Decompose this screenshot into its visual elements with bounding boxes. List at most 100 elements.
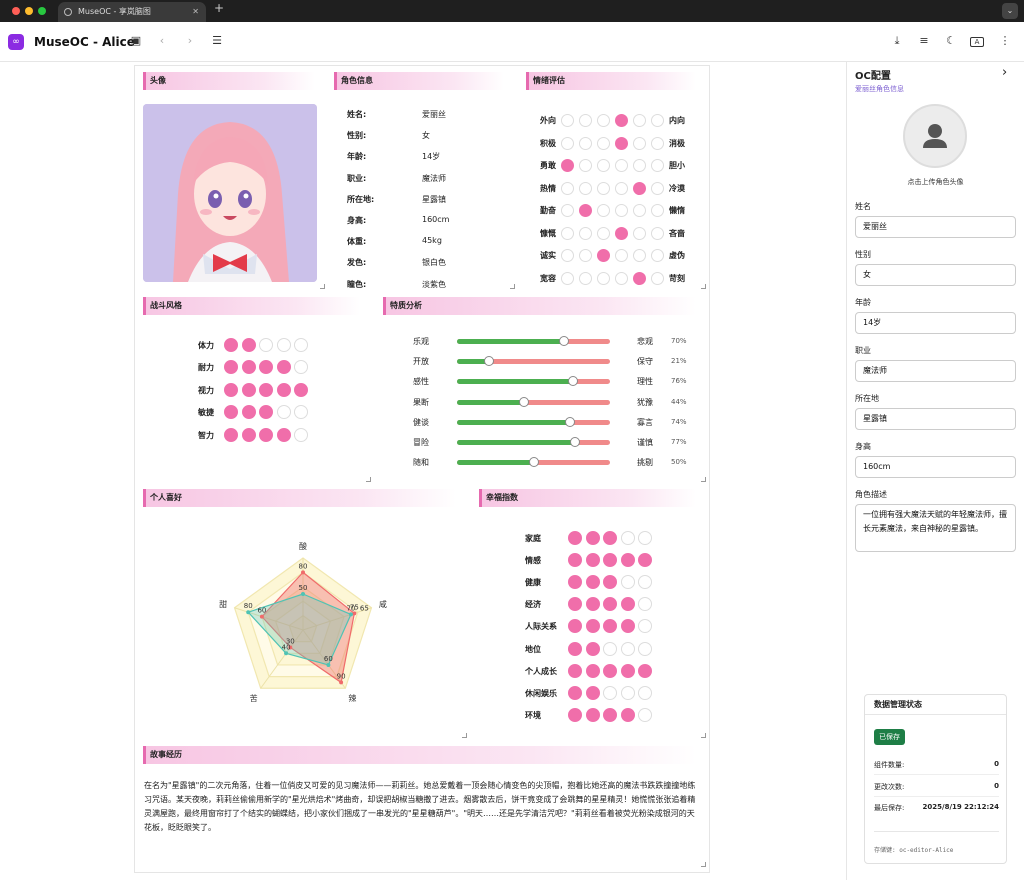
happiness-rating-dot[interactable] bbox=[603, 707, 617, 722]
emotion-rating-dot[interactable] bbox=[579, 136, 592, 150]
happiness-rating-dot[interactable] bbox=[620, 685, 635, 700]
happiness-rating-dot[interactable] bbox=[638, 685, 652, 700]
section-happiness-header[interactable]: 幸福指数 bbox=[479, 489, 696, 507]
emotion-rating-dot[interactable] bbox=[651, 136, 664, 150]
emotion-rating-dot[interactable] bbox=[579, 249, 592, 262]
emotion-rating-dot[interactable] bbox=[633, 249, 646, 262]
happiness-rating-dot[interactable] bbox=[620, 641, 635, 656]
combat-rating-dot[interactable] bbox=[259, 427, 273, 442]
radar-point[interactable] bbox=[284, 651, 289, 656]
combat-rating-dot[interactable] bbox=[276, 405, 291, 420]
resize-handle[interactable] bbox=[701, 284, 706, 289]
section-hobbies-header[interactable]: 个人喜好 bbox=[143, 489, 456, 507]
emotion-rating-dot[interactable] bbox=[579, 181, 592, 195]
emotion-rating-dot[interactable] bbox=[651, 271, 664, 285]
combat-rating-dot[interactable] bbox=[259, 338, 273, 352]
emotion-rating-dot[interactable] bbox=[579, 271, 592, 285]
minimize-window-icon[interactable] bbox=[25, 7, 33, 15]
form-field-input[interactable]: 魔法师 bbox=[855, 360, 1016, 382]
happiness-rating-dot[interactable] bbox=[585, 641, 600, 656]
emotion-rating-dot[interactable] bbox=[561, 204, 574, 217]
happiness-rating-dot[interactable] bbox=[603, 663, 617, 678]
emotion-rating-dot[interactable] bbox=[633, 181, 646, 195]
combat-rating-dot[interactable] bbox=[294, 427, 308, 442]
happiness-rating-dot[interactable] bbox=[568, 553, 582, 568]
happiness-rating-dot[interactable] bbox=[620, 575, 635, 590]
happiness-rating-dot[interactable] bbox=[620, 619, 635, 634]
happiness-rating-dot[interactable] bbox=[620, 663, 635, 678]
form-field-input[interactable]: 爱丽丝 bbox=[855, 216, 1016, 238]
form-field-input[interactable]: 女 bbox=[855, 264, 1016, 286]
emotion-rating-dot[interactable] bbox=[615, 159, 628, 172]
emotion-rating-dot[interactable] bbox=[633, 114, 646, 127]
emotion-rating-dot[interactable] bbox=[579, 204, 592, 217]
emotion-rating-dot[interactable] bbox=[651, 181, 664, 195]
emotion-rating-dot[interactable] bbox=[651, 249, 664, 262]
combat-rating-dot[interactable] bbox=[294, 382, 308, 397]
resize-handle[interactable] bbox=[320, 284, 325, 289]
combat-rating-dot[interactable] bbox=[276, 360, 291, 375]
happiness-rating-dot[interactable] bbox=[620, 531, 635, 545]
form-field-input[interactable]: 160cm bbox=[855, 456, 1016, 478]
resize-handle[interactable] bbox=[510, 284, 515, 289]
happiness-rating-dot[interactable] bbox=[568, 663, 582, 678]
trait-slider-knob[interactable] bbox=[528, 457, 539, 468]
happiness-rating-dot[interactable] bbox=[568, 641, 582, 656]
emotion-rating-dot[interactable] bbox=[561, 249, 574, 262]
translate-icon[interactable]: A bbox=[970, 37, 984, 47]
emotion-rating-dot[interactable] bbox=[597, 114, 610, 127]
combat-rating-dot[interactable] bbox=[259, 382, 273, 397]
emotion-rating-dot[interactable] bbox=[561, 136, 574, 150]
browser-tab[interactable]: MuseOC - 享岚脑图 ✕ bbox=[58, 2, 206, 22]
combat-rating-dot[interactable] bbox=[276, 338, 291, 352]
save-icon[interactable]: ▣ bbox=[128, 34, 144, 47]
happiness-rating-dot[interactable] bbox=[585, 531, 600, 545]
radar-point[interactable] bbox=[259, 614, 264, 619]
tab-close-icon[interactable]: ✕ bbox=[192, 2, 199, 22]
form-field-input[interactable]: 14岁 bbox=[855, 312, 1016, 334]
happiness-rating-dot[interactable] bbox=[585, 685, 600, 700]
emotion-rating-dot[interactable] bbox=[633, 204, 646, 217]
resize-handle[interactable] bbox=[366, 477, 371, 482]
emotion-rating-dot[interactable] bbox=[579, 226, 592, 240]
emotion-rating-dot[interactable] bbox=[597, 226, 610, 240]
happiness-rating-dot[interactable] bbox=[568, 685, 582, 700]
close-window-icon[interactable] bbox=[12, 7, 20, 15]
emotion-rating-dot[interactable] bbox=[597, 204, 610, 217]
radar-point[interactable] bbox=[246, 610, 251, 615]
emotion-rating-dot[interactable] bbox=[561, 114, 574, 127]
happiness-rating-dot[interactable] bbox=[638, 553, 652, 568]
character-avatar-image[interactable] bbox=[143, 104, 317, 282]
avatar-upload-button[interactable] bbox=[903, 104, 967, 168]
emotion-rating-dot[interactable] bbox=[579, 114, 592, 127]
happiness-rating-dot[interactable] bbox=[585, 553, 600, 568]
section-emotion-header[interactable]: 情绪评估 bbox=[526, 72, 696, 90]
combat-rating-dot[interactable] bbox=[276, 382, 291, 397]
combat-rating-dot[interactable] bbox=[294, 338, 308, 352]
menu-icon[interactable]: ≡ bbox=[916, 34, 932, 47]
combat-rating-dot[interactable] bbox=[241, 360, 256, 375]
happiness-rating-dot[interactable] bbox=[585, 707, 600, 722]
emotion-rating-dot[interactable] bbox=[633, 226, 646, 240]
resize-handle[interactable] bbox=[462, 733, 467, 738]
resize-handle[interactable] bbox=[701, 477, 706, 482]
more-icon[interactable]: ⋮ bbox=[997, 34, 1013, 47]
radar-point[interactable] bbox=[326, 662, 331, 667]
happiness-rating-dot[interactable] bbox=[585, 575, 600, 590]
chevron-right-icon[interactable]: › bbox=[1002, 65, 1007, 80]
back-icon[interactable]: ‹ bbox=[154, 34, 170, 47]
emotion-rating-dot[interactable] bbox=[615, 226, 628, 240]
happiness-rating-dot[interactable] bbox=[568, 531, 582, 545]
trait-slider-knob[interactable] bbox=[569, 437, 580, 447]
section-traits-header[interactable]: 特质分析 bbox=[383, 297, 696, 315]
radar-point[interactable] bbox=[339, 680, 344, 685]
combat-rating-dot[interactable] bbox=[241, 405, 256, 420]
combat-rating-dot[interactable] bbox=[241, 427, 256, 442]
happiness-rating-dot[interactable] bbox=[620, 707, 635, 722]
emotion-rating-dot[interactable] bbox=[597, 159, 610, 172]
combat-rating-dot[interactable] bbox=[224, 338, 238, 352]
combat-rating-dot[interactable] bbox=[224, 382, 238, 397]
emotion-rating-dot[interactable] bbox=[615, 204, 628, 217]
happiness-rating-dot[interactable] bbox=[585, 619, 600, 634]
maximize-window-icon[interactable] bbox=[38, 7, 46, 15]
